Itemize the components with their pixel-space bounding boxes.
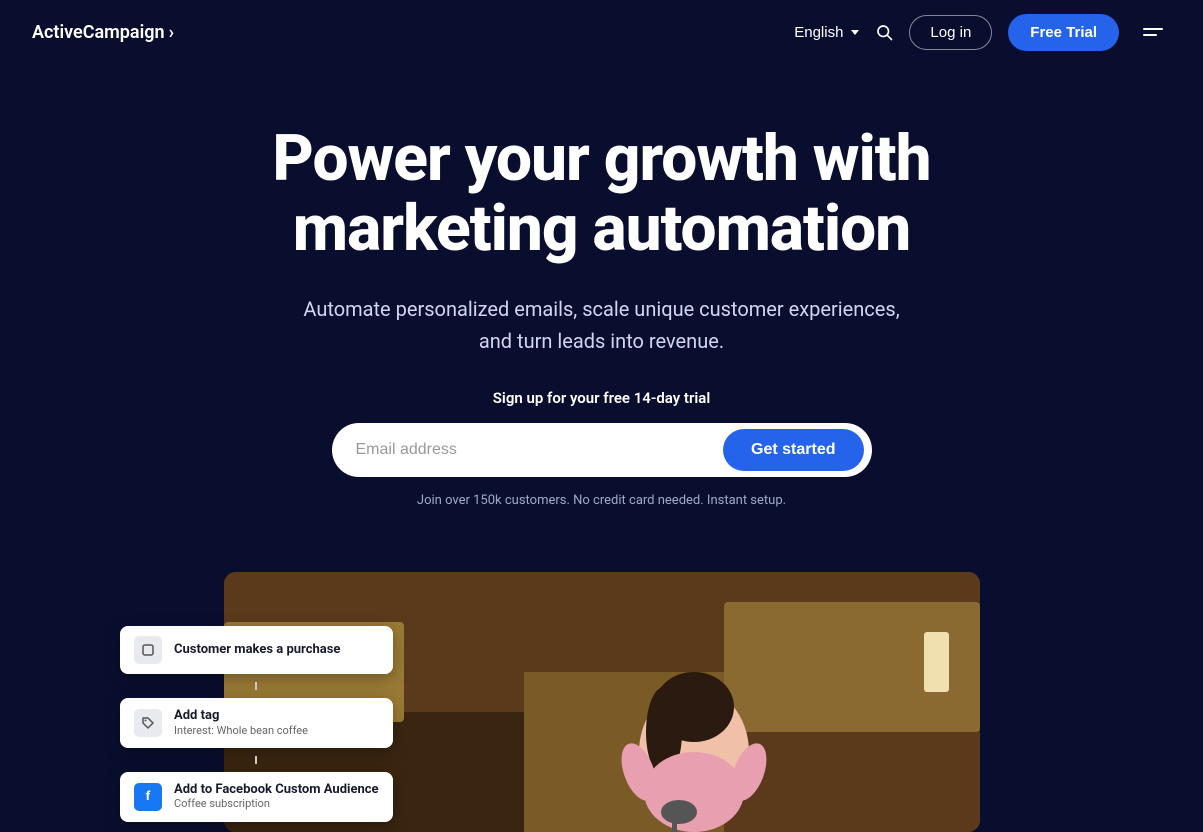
automation-card-2: Add tag Interest: Whole bean coffee bbox=[120, 698, 393, 748]
card-icon-1 bbox=[134, 636, 162, 664]
language-label: English bbox=[794, 24, 843, 41]
menu-button[interactable] bbox=[1135, 14, 1171, 50]
logo: ActiveCampaign › bbox=[32, 22, 174, 43]
dashboard-area: Customer makes a purchase Add tag Intere… bbox=[0, 572, 1203, 832]
card-title-1: Customer makes a purchase bbox=[174, 642, 340, 658]
hero-title: Power your growth with marketing automat… bbox=[212, 124, 992, 265]
hero-subtitle: Automate personalized emails, scale uniq… bbox=[292, 293, 912, 357]
automation-cards: Customer makes a purchase Add tag Intere… bbox=[120, 626, 393, 822]
logo-text: ActiveCampaign bbox=[32, 22, 165, 43]
card-text-3: Add to Facebook Custom Audience Coffee s… bbox=[174, 782, 379, 812]
square-icon bbox=[141, 643, 155, 657]
connector-2 bbox=[255, 756, 257, 764]
logo-arrow: › bbox=[169, 22, 174, 43]
card-title-2: Add tag bbox=[174, 708, 308, 724]
card-subtitle-2: Interest: Whole bean coffee bbox=[174, 724, 308, 738]
card-text-1: Customer makes a purchase bbox=[174, 642, 340, 658]
trust-text: Join over 150k customers. No credit card… bbox=[417, 493, 786, 508]
get-started-button[interactable]: Get started bbox=[723, 429, 863, 471]
hamburger-icon bbox=[1143, 28, 1163, 36]
card-icon-2 bbox=[134, 709, 162, 737]
connector-1 bbox=[255, 682, 257, 690]
automation-card-1: Customer makes a purchase bbox=[120, 626, 393, 674]
hero-section: Power your growth with marketing automat… bbox=[0, 64, 1203, 548]
email-form: Get started bbox=[332, 423, 872, 477]
navbar: ActiveCampaign › English Log in Free Tri… bbox=[0, 0, 1203, 64]
login-button[interactable]: Log in bbox=[909, 15, 992, 50]
automation-card-3: f Add to Facebook Custom Audience Coffee… bbox=[120, 772, 393, 822]
signup-label: Sign up for your free 14-day trial bbox=[493, 389, 710, 407]
chevron-down-icon bbox=[851, 30, 859, 35]
email-input[interactable] bbox=[356, 441, 724, 459]
card-text-2: Add tag Interest: Whole bean coffee bbox=[174, 708, 308, 738]
search-button[interactable] bbox=[875, 23, 893, 41]
tag-icon bbox=[141, 716, 155, 730]
card-icon-3: f bbox=[134, 783, 162, 811]
card-title-3: Add to Facebook Custom Audience bbox=[174, 782, 379, 798]
free-trial-button[interactable]: Free Trial bbox=[1008, 14, 1119, 51]
search-icon bbox=[875, 23, 893, 41]
language-selector[interactable]: English bbox=[794, 24, 859, 41]
